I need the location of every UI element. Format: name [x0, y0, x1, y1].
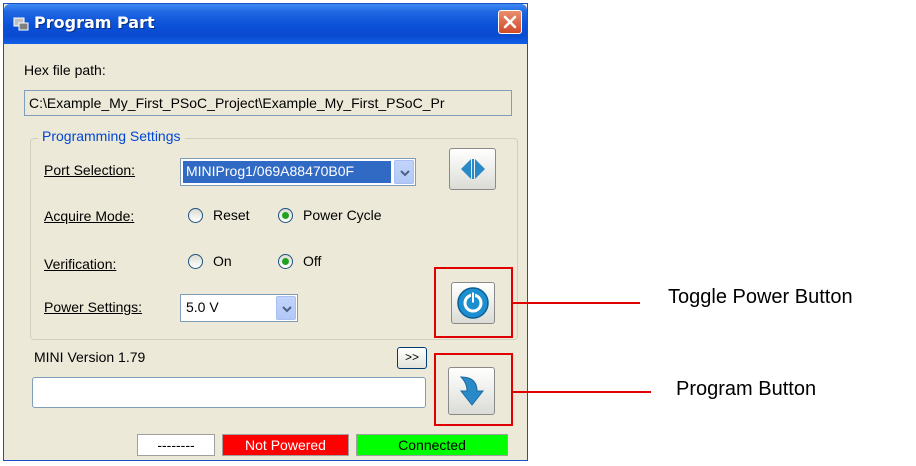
power-settings-value: 5.0 V [186, 299, 219, 315]
programming-progress-bar [32, 377, 426, 408]
acquire-mode-power-cycle-label: Power Cycle [303, 207, 382, 223]
title-bar[interactable]: Program Part [4, 4, 527, 44]
window-title: Program Part [34, 13, 155, 32]
program-callout: Program Button [676, 378, 817, 400]
program-part-app-icon [12, 15, 30, 33]
status-field: -------- [137, 434, 215, 456]
verification-on-radio[interactable] [188, 254, 203, 269]
power-status-indicator: Not Powered [222, 434, 349, 456]
port-selection-label: Port Selection: [44, 162, 136, 178]
chevron-down-icon[interactable] [394, 160, 414, 184]
toggle-power-leader-line [513, 302, 640, 304]
hex-file-path-field[interactable]: C:\Example_My_First_PSoC_Project\Example… [24, 90, 512, 116]
verification-off-radio[interactable] [278, 254, 293, 269]
close-icon [503, 15, 517, 29]
status-bar: -------- Not Powered Connected [4, 432, 520, 458]
acquire-mode-reset-label: Reset [213, 207, 250, 223]
program-leader-line [513, 391, 651, 393]
power-icon [457, 287, 489, 319]
acquire-mode-power-cycle-radio[interactable] [278, 208, 293, 223]
mini-version-text: MINI Version 1.79 [34, 349, 146, 365]
acquire-mode-reset-radio[interactable] [188, 208, 203, 223]
acquire-mode-label: Acquire Mode: [44, 208, 135, 224]
programming-settings-title: Programming Settings [38, 128, 185, 144]
close-button[interactable] [498, 10, 522, 34]
verification-label: Verification: [44, 256, 117, 272]
verification-off-label: Off [303, 253, 322, 269]
program-download-icon [459, 376, 485, 406]
port-selection-value: MINIProg1/069A88470B0F [183, 161, 391, 183]
verification-on-label: On [213, 253, 232, 269]
toggle-power-callout: Toggle Power Button [668, 286, 853, 308]
program-button[interactable] [448, 367, 495, 415]
power-settings-dropdown[interactable]: 5.0 V [180, 294, 298, 322]
chevron-down-icon[interactable] [276, 296, 296, 320]
port-selection-dropdown[interactable]: MINIProg1/069A88470B0F [180, 158, 416, 186]
power-settings-label: Power Settings: [44, 299, 143, 315]
expand-button[interactable]: >> [397, 347, 427, 369]
connection-status-indicator: Connected [356, 434, 508, 456]
toggle-power-button[interactable] [451, 282, 495, 324]
hex-file-path-label: Hex file path: [24, 62, 106, 78]
port-connect-icon [461, 159, 485, 179]
port-connect-button[interactable] [449, 148, 496, 190]
